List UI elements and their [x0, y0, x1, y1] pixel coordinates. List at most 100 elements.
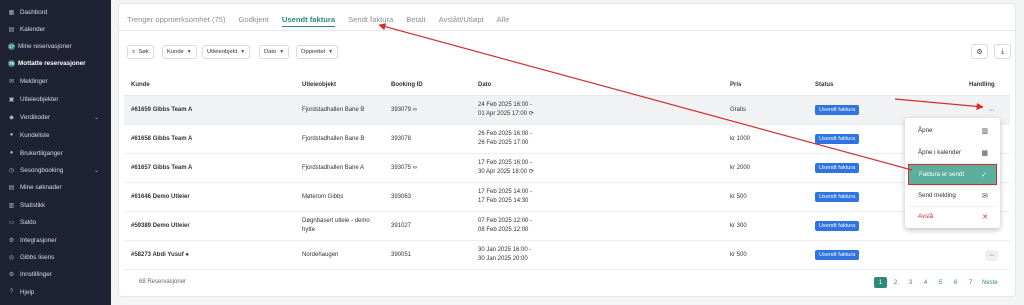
table-row[interactable]: #59389 Demo Utleier Døgnbasert utleie - d… [124, 212, 1010, 241]
table-row[interactable]: #61658 Gibbs Team A Fjordstadhallen Bane … [124, 125, 1010, 154]
menu-item-label: Send melding [918, 192, 956, 199]
tab-sendt-faktura[interactable]: Sendt faktura [348, 12, 393, 30]
calendar-icon: ▤ [8, 26, 15, 33]
row-action-menu: Åpne ▥ Åpne i kalender ▦ Faktura er sendt ✓ Se… [905, 118, 1000, 228]
sidebar-item-hjelp[interactable]: ? Hjelp [0, 286, 111, 298]
download-button[interactable]: ⤓ [994, 44, 1011, 59]
status-badge: Usendt faktura [815, 163, 860, 173]
created-filter-label: Opprettet [301, 49, 326, 55]
license-icon: ◎ [8, 254, 15, 261]
table-row[interactable]: #61646 Demo Utleier Møterom Gibbs 393063 17… [124, 183, 1010, 212]
link-icon[interactable]: ∞ [413, 165, 417, 171]
rental-object-filter-label: Utleieobjekt [207, 49, 238, 55]
col-header-status: Status [815, 82, 834, 88]
page-2-button[interactable]: 2 [889, 277, 902, 288]
status-badge: Usendt faktura [815, 105, 860, 115]
page-3-button[interactable]: 3 [904, 277, 917, 288]
sidebar-item-label: Kalender [20, 25, 46, 33]
customer-filter-label: Kunde [167, 49, 184, 55]
plug-icon: ⚙ [8, 237, 15, 244]
row-actions-button[interactable]: ··· [985, 105, 998, 116]
page-1-button[interactable]: 1 [874, 277, 887, 288]
price-cell: Gratis [730, 107, 747, 113]
tab-betalt[interactable]: Betalt [406, 12, 425, 30]
sidebar-item-integrasjoner[interactable]: ⚙ Integrasjoner [0, 234, 111, 246]
pagination: 1 2 3 4 5 6 7 Neste [874, 277, 1003, 288]
sidebar-item-sesongbooking[interactable]: ◷ Sesongbooking ⌄ [0, 164, 111, 176]
date-end: 08 Feb 2025 12:00 [478, 227, 529, 233]
sidebar-item-label: Hjelp [20, 288, 35, 296]
col-header-rental-object: Utleieobjekt [302, 82, 337, 88]
menu-item-åpne-i-kalender[interactable]: Åpne i kalender ▦ [908, 142, 997, 163]
sidebar-item-brukertilganger[interactable]: ● Brukertilganger [0, 147, 111, 159]
sidebar-item-saldo[interactable]: ▭ Saldo [0, 216, 111, 228]
status-badge: Usendt faktura [815, 192, 860, 202]
sidebar-item-innstillinger[interactable]: ⚙ Innstillinger [0, 268, 111, 280]
row-actions-button[interactable]: ··· [985, 250, 998, 261]
menu-item-faktura-er-sendt[interactable]: Faktura er sendt ✓ [908, 164, 997, 185]
tab-usendt-faktura[interactable]: Usendt faktura [281, 12, 336, 27]
menu-item-send-melding[interactable]: Send melding ✉ [908, 185, 997, 206]
book-icon: ▥ [981, 127, 988, 135]
sidebar-item-kalender[interactable]: ▤ Kalender [0, 23, 111, 35]
more-icon: ··· [988, 252, 995, 259]
sidebar-item-meldinger[interactable]: ✉ Meldinger [0, 75, 111, 87]
menu-item-avslå[interactable]: Avslå ✕ [908, 206, 997, 227]
envelope-icon: ✉ [982, 192, 988, 200]
sidebar-item-dashbord[interactable]: ▦ Dashbord [0, 6, 111, 18]
next-page-button[interactable]: Neste [979, 277, 1001, 288]
sidebar-item-label: Innstillinger [20, 270, 52, 278]
tab-godkjent[interactable]: Godkjent [238, 12, 268, 30]
rental-object-cell: Fjordstadhallen Bane A [302, 165, 365, 171]
sidebar-item-mine-søknader[interactable]: ▤ Mine søknader [0, 181, 111, 193]
tabs-divider [119, 30, 1015, 31]
settings-button[interactable]: ⚙ [971, 44, 988, 59]
date-start: 30 Jan 2025 16:00 - [478, 247, 532, 253]
sidebar-item-kundeliste[interactable]: ● Kundeliste [0, 129, 111, 141]
tab-alle[interactable]: Alle [497, 12, 510, 30]
customer-cell: #58273 Abdi Yusuf ● [131, 251, 189, 260]
customer-cell: #61646 Demo Utleier [131, 193, 190, 202]
sidebar-item-label: Meldinger [20, 77, 48, 85]
dashboard-icon: ▦ [8, 9, 15, 16]
download-icon: ⤓ [1000, 47, 1005, 55]
rental-object-filter[interactable]: Utleieobjekt ▼ [202, 45, 251, 59]
count-badge: 27 [8, 42, 15, 50]
menu-item-åpne[interactable]: Åpne ▥ [908, 120, 997, 141]
customer-filter[interactable]: Kunde ▼ [162, 45, 197, 59]
col-header-customer: Kunde [131, 82, 150, 88]
sidebar-item-label: Mine reservasjoner [18, 42, 72, 50]
tab-trenger-oppmerksomhet-75-[interactable]: Trenger oppmerksomhet (75) [127, 12, 225, 30]
table-row[interactable]: #58273 Abdi Yusuf ● Nordehaugen 390051 30 J… [124, 241, 1010, 270]
chevron-down-icon: ▼ [279, 49, 285, 55]
table-row[interactable]: #61657 Gibbs Team A Fjordstadhallen Bane … [124, 154, 1010, 183]
sidebar-item-gibbs-lisens[interactable]: ◎ Gibbs lisens [0, 251, 111, 263]
table-row[interactable]: #61659 Gibbs Team A Fjordstadhallen Bane … [124, 96, 1010, 125]
created-filter[interactable]: Opprettet ▼ [296, 45, 339, 59]
sidebar-item-mine-reservasjoner[interactable]: 27 Mine reservasjoner [0, 40, 111, 52]
page-6-button[interactable]: 6 [949, 277, 962, 288]
page-5-button[interactable]: 5 [934, 277, 947, 288]
sidebar-item-mottatte-reservasjoner[interactable]: 75 Mottatte reservasjoner [0, 57, 111, 69]
rental-object-cell: Nordehaugen [302, 252, 339, 258]
sidebar-item-verdikoder[interactable]: ◆ Verdikoder ⌄ [0, 111, 111, 123]
rental-object-cell: Fjordstadhallen Bane B [302, 107, 365, 113]
more-icon: ··· [988, 107, 995, 114]
link-icon[interactable]: ∞ [413, 107, 417, 113]
tab-avslått-utløpt[interactable]: Avslått/Utløpt [439, 12, 484, 30]
page-4-button[interactable]: 4 [919, 277, 932, 288]
chevron-down-icon: ⌄ [93, 167, 99, 174]
customer-cell: #61657 Gibbs Team A [131, 164, 192, 173]
price-cell: kr 300 [730, 223, 747, 229]
date-filter[interactable]: Dato ▼ [259, 45, 290, 59]
chevron-down-icon: ▼ [186, 49, 192, 55]
booking-id: 393075 [391, 165, 412, 171]
wallet-icon: ▭ [8, 219, 15, 226]
page-7-button[interactable]: 7 [964, 277, 977, 288]
sidebar-item-statistikk[interactable]: ▥ Statistikk [0, 199, 111, 211]
date-cell: 07 Feb 2025 12:00 - 08 Feb 2025 12:00 [478, 217, 532, 235]
sidebar-item-utleieobjekter[interactable]: ▣ Utleieobjekter [0, 93, 111, 105]
date-cell: 24 Feb 2025 16:00 - 01 Apr 2025 17:00 ⟳ [478, 101, 534, 119]
search-button[interactable]: ⌕ Søk [127, 45, 154, 59]
close-icon: ✕ [982, 213, 988, 221]
